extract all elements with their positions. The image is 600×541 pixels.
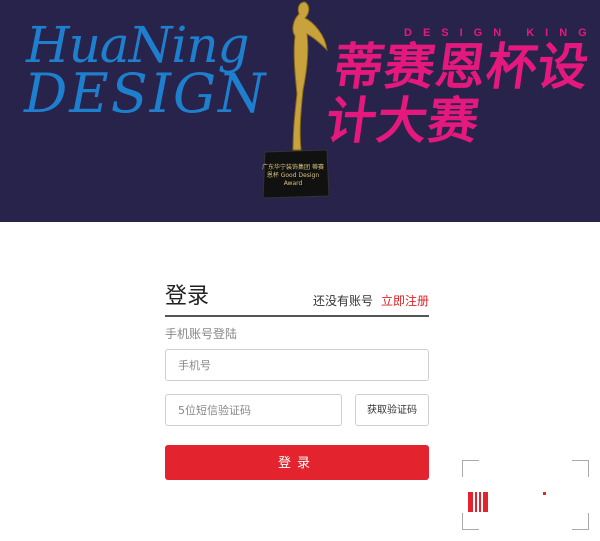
hero-banner: HuaNing DESIGN 广东华宁装饰集团 蒂赛恩杯 Good Design… (0, 0, 600, 222)
qr-code-frame (462, 460, 589, 530)
event-title: 蒂赛恩杯设计大赛 (322, 38, 593, 150)
login-title: 登录 (165, 284, 210, 309)
brand-name-line2: DESIGN (24, 62, 268, 125)
get-code-button[interactable]: 获取验证码 (355, 394, 429, 426)
no-account-text: 还没有账号 (313, 294, 374, 308)
frame-corner (462, 513, 479, 530)
frame-corner (572, 460, 589, 477)
phone-input[interactable] (165, 349, 429, 381)
trophy-caption: 广东华宁装饰集团 蒂赛恩杯 Good Design Award (262, 164, 324, 187)
login-button[interactable]: 登录 (165, 445, 429, 480)
sms-code-input[interactable] (165, 394, 342, 426)
qr-dot-icon (543, 492, 546, 495)
frame-corner (462, 460, 479, 477)
register-link[interactable]: 立即注册 (381, 292, 429, 310)
login-method-label: 手机账号登陆 (165, 327, 238, 341)
frame-corner (572, 513, 589, 530)
title-divider (165, 315, 429, 317)
qr-logo-icon (468, 492, 488, 512)
